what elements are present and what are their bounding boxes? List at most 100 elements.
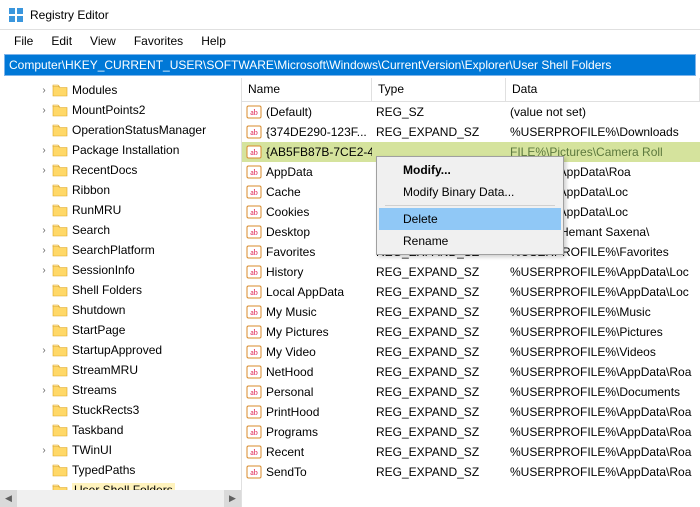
scroll-right-arrow[interactable]: ▶ [224,490,241,507]
tree-item[interactable]: Shell Folders [0,280,241,300]
tree-item[interactable]: ›RecentDocs [0,160,241,180]
ctx-delete[interactable]: Delete [379,208,561,230]
svg-text:ab: ab [250,288,258,297]
tree-item[interactable]: TypedPaths [0,460,241,480]
cell-name-text: NetHood [266,365,313,379]
folder-icon [52,403,68,417]
col-header-type[interactable]: Type [372,78,506,101]
cell-name-text: PrintHood [266,405,319,419]
menu-edit[interactable]: Edit [43,32,80,50]
list-row[interactable]: abProgramsREG_EXPAND_SZ%USERPROFILE%\App… [242,422,700,442]
chevron-right-icon[interactable]: › [36,105,52,116]
tree-item[interactable]: Shutdown [0,300,241,320]
chevron-right-icon[interactable]: › [36,445,52,456]
list-row[interactable]: abSendToREG_EXPAND_SZ%USERPROFILE%\AppDa… [242,462,700,482]
tree-item[interactable]: Taskband [0,420,241,440]
scroll-left-arrow[interactable]: ◀ [0,490,17,507]
cell-data: %USERPROFILE%\AppData\Loc [506,265,700,279]
list-row[interactable]: abPersonalREG_EXPAND_SZ%USERPROFILE%\Doc… [242,382,700,402]
tree-item-label: Shell Folders [72,283,142,297]
titlebar: Registry Editor [0,0,700,30]
list-row[interactable]: abNetHoodREG_EXPAND_SZ%USERPROFILE%\AppD… [242,362,700,382]
tree-scrollbar-horizontal[interactable]: ◀ ▶ [0,490,241,507]
reg-string-icon: ab [246,465,262,479]
cell-name: abDesktop [242,225,372,239]
folder-icon [52,363,68,377]
tree-item-label: Package Installation [72,143,179,157]
cell-data: (value not set) [506,105,700,119]
list-row[interactable]: ab{374DE290-123F...REG_EXPAND_SZ%USERPRO… [242,122,700,142]
cell-name: abHistory [242,265,372,279]
tree-item[interactable]: OperationStatusManager [0,120,241,140]
list-row[interactable]: abRecentREG_EXPAND_SZ%USERPROFILE%\AppDa… [242,442,700,462]
list-row[interactable]: abLocal AppDataREG_EXPAND_SZ%USERPROFILE… [242,282,700,302]
tree-item[interactable]: › TWinUI [0,440,241,460]
tree-item[interactable]: › Package Installation [0,140,241,160]
tree-item[interactable]: StuckRects3 [0,400,241,420]
tree-item[interactable]: ›Search [0,220,241,240]
list-row[interactable]: ab(Default)REG_SZ(value not set) [242,102,700,122]
cell-type: REG_EXPAND_SZ [372,365,506,379]
list-row[interactable]: abMy PicturesREG_EXPAND_SZ%USERPROFILE%\… [242,322,700,342]
svg-text:ab: ab [250,268,258,277]
cell-name: ab(Default) [242,105,372,119]
tree-item[interactable]: RunMRU [0,200,241,220]
tree-item-label: StreamMRU [72,363,138,377]
tree-pane: › Modules › MountPoints2 OperationStatusMana… [0,78,242,507]
reg-string-icon: ab [246,385,262,399]
folder-icon [52,343,68,357]
chevron-right-icon[interactable]: › [36,265,52,276]
svg-text:ab: ab [250,428,258,437]
ctx-modify[interactable]: Modify... [379,159,561,181]
chevron-right-icon[interactable]: › [36,145,52,156]
reg-string-icon: ab [246,405,262,419]
col-header-data[interactable]: Data [506,78,700,101]
chevron-right-icon[interactable]: › [36,345,52,356]
cell-name-text: AppData [266,165,313,179]
chevron-right-icon[interactable]: › [36,225,52,236]
tree-item[interactable]: StartPage [0,320,241,340]
menu-file[interactable]: File [6,32,41,50]
tree-item[interactable]: ›SessionInfo [0,260,241,280]
tree-item-label: OperationStatusManager [72,123,206,137]
list-row[interactable]: abMy MusicREG_EXPAND_SZ%USERPROFILE%\Mus… [242,302,700,322]
tree-item[interactable]: Ribbon [0,180,241,200]
chevron-right-icon[interactable]: › [36,385,52,396]
menu-favorites[interactable]: Favorites [126,32,191,50]
tree-item[interactable]: ›Streams [0,380,241,400]
cell-data: %USERPROFILE%\Music [506,305,700,319]
tree-item-label: TWinUI [72,443,112,457]
cell-name: ab NetHood [242,365,372,379]
cell-type: REG_EXPAND_SZ [372,405,506,419]
chevron-right-icon[interactable]: › [36,245,52,256]
list-row[interactable]: abPrintHoodREG_EXPAND_SZ%USERPROFILE%\Ap… [242,402,700,422]
chevron-right-icon[interactable]: › [36,85,52,96]
cell-name-text: Local AppData [266,285,344,299]
tree-item-label: Ribbon [72,183,110,197]
svg-text:ab: ab [250,248,258,257]
tree-item-label: Modules [72,83,117,97]
path-input[interactable] [4,54,696,76]
menu-help[interactable]: Help [193,32,234,50]
list-row[interactable]: abHistoryREG_EXPAND_SZ%USERPROFILE%\AppD… [242,262,700,282]
tree-item[interactable]: ›SearchPlatform [0,240,241,260]
menu-view[interactable]: View [82,32,124,50]
tree-item[interactable]: ›StartupApproved [0,340,241,360]
col-header-name[interactable]: Name [242,78,372,101]
ctx-modify-binary[interactable]: Modify Binary Data... [379,181,561,203]
tree-item-label: MountPoints2 [72,103,145,117]
cell-name-text: My Music [266,305,317,319]
tree-item[interactable]: › Modules [0,80,241,100]
reg-string-icon: ab [246,365,262,379]
folder-icon [52,163,68,177]
chevron-right-icon[interactable]: › [36,165,52,176]
folder-icon [52,243,68,257]
cell-name-text: Recent [266,445,304,459]
list-row[interactable]: abMy VideoREG_EXPAND_SZ%USERPROFILE%\Vid… [242,342,700,362]
svg-text:ab: ab [250,108,258,117]
reg-string-icon: ab [246,325,262,339]
tree-item[interactable]: › MountPoints2 [0,100,241,120]
tree-item[interactable]: StreamMRU [0,360,241,380]
window-title: Registry Editor [30,8,109,22]
ctx-rename[interactable]: Rename [379,230,561,252]
